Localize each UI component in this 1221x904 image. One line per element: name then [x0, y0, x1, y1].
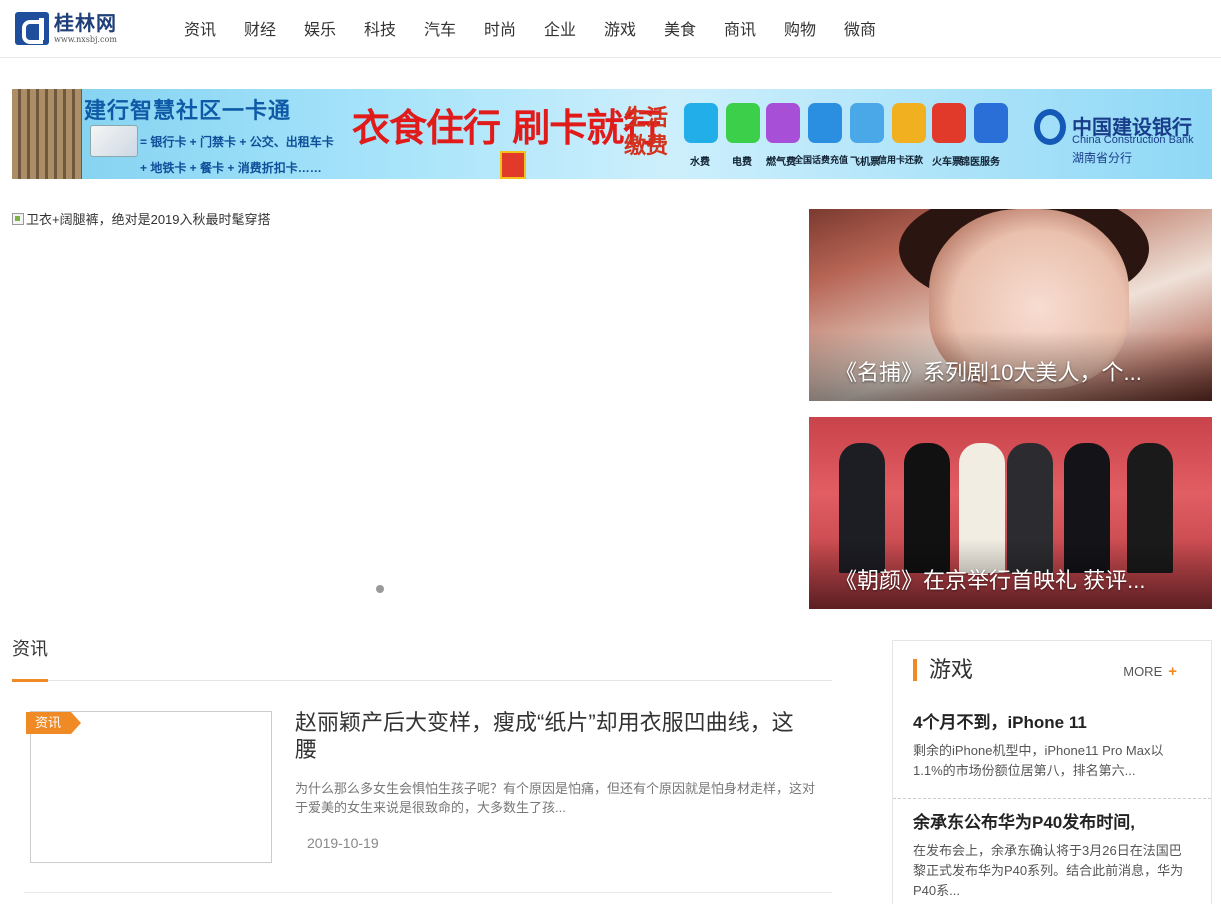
feature-caption-2: 《朝颜》在京举行首映礼 获评... — [835, 568, 1146, 593]
service-icon — [850, 103, 884, 143]
nav-item-qiche[interactable]: 汽车 — [410, 16, 470, 40]
nav-item-zixun[interactable]: 资讯 — [170, 16, 230, 40]
service-label: 水费 — [690, 157, 710, 168]
service-label: 飞机票 — [850, 157, 880, 168]
bank-card-image — [90, 125, 138, 157]
panel-header: 游戏 MORE + — [913, 657, 1193, 685]
site-header: 桂林网 www.nxsbj.com 资讯 财经 娱乐 科技 汽车 时尚 企业 游… — [0, 0, 1221, 58]
logo-icon — [15, 11, 49, 45]
slider-dot[interactable] — [376, 585, 384, 593]
bank-name-en: China Construction Bank — [1072, 134, 1194, 146]
ad-banner[interactable]: 建行智慧社区一卡通 = 银行卡 + 门禁卡 + 公交、出租车卡 + 地铁卡 + … — [12, 89, 1212, 179]
panel-title: 游戏 — [929, 657, 974, 682]
service-label: 电费 — [732, 157, 752, 168]
nav-item-weishang[interactable]: 微商 — [830, 16, 890, 40]
main-slider[interactable]: 卫衣+阔腿裤，绝对是2019入秋最时髦穿搭 — [12, 209, 794, 609]
site-logo[interactable]: 桂林网 www.nxsbj.com — [15, 10, 140, 46]
bank-branch: 湖南省分行 — [1072, 151, 1133, 165]
panel-item-desc: 剩余的iPhone机型中，iPhone11 Pro Max以1.1%的市场份额位… — [913, 743, 1164, 778]
article-title[interactable]: 赵丽颖产后大变样，瘦成“纸片”却用衣服凹曲线，这腰 — [295, 709, 815, 763]
feature-card-2[interactable]: 《朝颜》在京举行首映礼 获评... — [809, 417, 1212, 609]
section-underline — [12, 679, 48, 682]
panel-item-desc: 在发布会上，余承东确认将于3月26日在法国巴黎正式发布华为P40系列。结合此前消… — [913, 843, 1184, 898]
service-icon — [808, 103, 842, 143]
main-nav: 资讯 财经 娱乐 科技 汽车 时尚 企业 游戏 美食 商讯 购物 微商 — [170, 0, 890, 56]
panel-item-title[interactable]: 余承东公布华为P40发布时间, — [913, 811, 1191, 835]
nav-item-shishang[interactable]: 时尚 — [470, 16, 530, 40]
nav-item-keji[interactable]: 科技 — [350, 16, 410, 40]
service-icon — [932, 103, 966, 143]
service-icon — [726, 103, 760, 143]
nav-item-meishi[interactable]: 美食 — [650, 16, 710, 40]
logo-title: 桂林网 — [54, 10, 117, 35]
games-panel: 游戏 MORE + 4个月不到，iPhone 11 剩余的iPhone机型中，iP… — [892, 640, 1212, 904]
banner-slogan: 衣食住行 刷卡就行 — [352, 106, 661, 150]
nav-item-shangxun[interactable]: 商讯 — [710, 16, 770, 40]
slide-alt-text: 卫衣+阔腿裤，绝对是2019入秋最时髦穿搭 — [26, 212, 271, 227]
banner-line1: = 银行卡 + 门禁卡 + 公交、出租车卡 — [140, 135, 334, 149]
more-link[interactable]: MORE + — [1123, 663, 1177, 680]
service-label: 锦医服务 — [960, 157, 1000, 168]
article-tag: 资讯 — [26, 712, 82, 734]
building-image — [12, 89, 82, 179]
service-icon — [974, 103, 1008, 143]
service-icon — [684, 103, 718, 143]
service-icon — [766, 103, 800, 143]
service-icon — [892, 103, 926, 143]
logo-url: www.nxsbj.com — [54, 34, 117, 44]
panel-news-item[interactable]: 余承东公布华为P40发布时间, 在发布会上，余承东确认将于3月26日在法国巴黎正… — [893, 798, 1211, 901]
service-label: 全国话费充值 — [794, 155, 849, 165]
gift-icon — [500, 151, 526, 179]
article-date: 2019-10-19 — [307, 835, 379, 851]
news-section-header: 资讯 — [12, 630, 832, 682]
service-label: 燃气费 — [766, 157, 796, 168]
broken-image-icon — [12, 212, 24, 225]
nav-item-youxi[interactable]: 游戏 — [590, 16, 650, 40]
service-label: 信用卡还款 — [878, 155, 924, 165]
banner-title: 建行智慧社区一卡通 — [84, 99, 292, 124]
panel-item-title[interactable]: 4个月不到，iPhone 11 — [913, 711, 1191, 735]
service-label: 火车票 — [932, 157, 962, 168]
panel-accent-bar — [913, 659, 917, 681]
article-item[interactable]: 资讯 赵丽颖产后大变样，瘦成“纸片”却用衣服凹曲线，这腰 为什么那么多女生会惧怕… — [24, 701, 832, 893]
nav-item-caijing[interactable]: 财经 — [230, 16, 290, 40]
nav-item-qiye[interactable]: 企业 — [530, 16, 590, 40]
section-title[interactable]: 资讯 — [12, 639, 48, 659]
banner-life: 生活缴费 — [624, 106, 669, 159]
feature-card-1[interactable]: 《名捕》系列剧10大美人，个... — [809, 209, 1212, 401]
banner-line2: + 地铁卡 + 餐卡 + 消费折扣卡…… — [140, 161, 322, 175]
plus-icon: + — [1168, 663, 1177, 680]
panel-news-item[interactable]: 4个月不到，iPhone 11 剩余的iPhone机型中，iPhone11 Pr… — [893, 711, 1211, 798]
ccb-logo-icon — [1034, 109, 1066, 145]
nav-item-yule[interactable]: 娱乐 — [290, 16, 350, 40]
feature-caption-1: 《名捕》系列剧10大美人，个... — [835, 360, 1142, 385]
nav-item-gouwu[interactable]: 购物 — [770, 16, 830, 40]
article-summary: 为什么那么多女生会惧怕生孩子呢？有个原因是怕痛，但还有个原因就是怕身材走样，这对… — [295, 781, 816, 815]
